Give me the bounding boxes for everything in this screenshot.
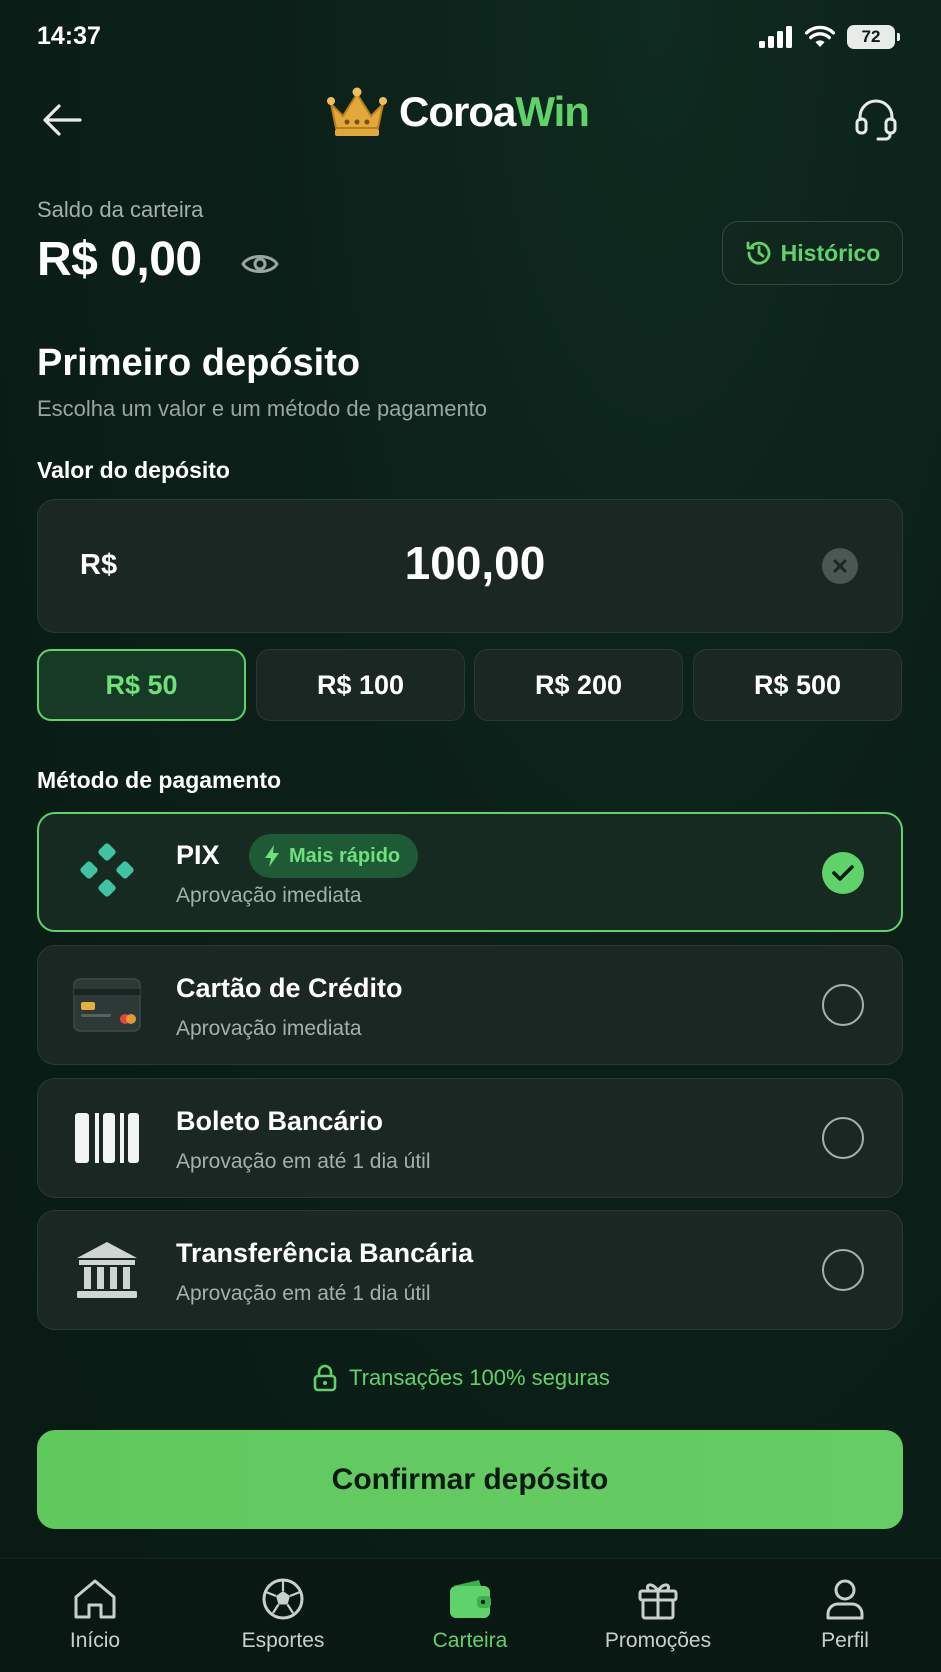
payment-method-boleto[interactable] — [37, 1078, 903, 1198]
payment-method-bank-transfer[interactable] — [37, 1210, 903, 1330]
user-icon — [821, 1575, 869, 1623]
method-radio-bank-transfer[interactable] — [822, 1249, 864, 1291]
crown-icon — [327, 87, 387, 136]
method-radio-credit-card[interactable] — [822, 984, 864, 1026]
amount-value[interactable]: 100,00 — [260, 536, 690, 590]
back-button[interactable] — [38, 96, 86, 144]
method-radio-pix[interactable] — [822, 852, 864, 894]
fastest-badge: Mais rápido — [249, 834, 419, 878]
method-name-credit-card: Cartão de Crédito — [176, 973, 403, 1003]
toggle-balance-visibility-button[interactable] — [240, 248, 280, 280]
status-time: 14:37 — [37, 22, 101, 50]
nav-label-perfil: Perfil — [821, 1629, 869, 1652]
fastest-badge-label: Mais rápido — [289, 844, 401, 867]
credit-card-icon — [72, 970, 142, 1040]
payment-method-heading: Método de pagamento — [37, 767, 282, 793]
history-icon — [746, 241, 771, 265]
headset-icon — [855, 99, 897, 141]
quick-amount-100[interactable]: R$ 100 — [256, 649, 465, 721]
amount-label: Valor do depósito — [37, 457, 230, 483]
history-button[interactable]: Histórico — [722, 221, 903, 285]
brand-name-part2: Win — [515, 88, 590, 135]
nav-item-esportes[interactable]: Esportes — [203, 1575, 363, 1653]
nav-label-inicio: Início — [69, 1629, 121, 1652]
status-icons: 72 — [759, 22, 900, 52]
confirm-deposit-button[interactable]: Confirmar depósito — [37, 1430, 903, 1529]
bank-icon — [72, 1235, 142, 1305]
quick-amount-200[interactable]: R$ 200 — [474, 649, 683, 721]
lightning-icon — [265, 845, 279, 867]
payment-method-credit-card[interactable] — [37, 945, 903, 1065]
method-name-bank-transfer: Transferência Bancária — [176, 1238, 474, 1268]
pix-icon — [72, 837, 142, 907]
method-desc-bank-transfer: Aprovação em até 1 dia útil — [176, 1282, 431, 1305]
quick-amount-50[interactable]: R$ 50 — [37, 649, 246, 721]
barcode-icon — [72, 1103, 142, 1173]
check-icon — [832, 865, 854, 881]
nav-item-carteira[interactable]: Carteira — [390, 1575, 550, 1653]
brand-name-part1: Coroa — [399, 88, 516, 135]
brand-name: CoroaWin — [399, 88, 590, 136]
home-icon — [71, 1575, 119, 1623]
quick-amount-500[interactable]: R$ 500 — [693, 649, 902, 721]
battery-indicator: 72 — [847, 25, 900, 49]
payment-method-pix[interactable] — [37, 812, 903, 932]
nav-item-perfil[interactable]: Perfil — [765, 1575, 925, 1653]
secure-note-text: Transações 100% seguras — [349, 1365, 610, 1390]
page-title: Primeiro depósito — [37, 342, 361, 384]
signal-icon — [759, 26, 792, 48]
method-desc-pix: Aprovação imediata — [176, 884, 362, 907]
arrow-left-icon — [43, 104, 82, 136]
nav-label-carteira: Carteira — [432, 1629, 508, 1652]
amount-currency: R$ — [80, 549, 118, 581]
support-button[interactable] — [849, 92, 903, 146]
method-name-pix: PIX — [176, 840, 220, 870]
gift-icon — [634, 1575, 682, 1623]
lock-icon — [313, 1364, 337, 1392]
method-name-boleto: Boleto Bancário — [176, 1106, 384, 1136]
balance-label: Saldo da carteira — [37, 197, 204, 222]
method-desc-boleto: Aprovação em até 1 dia útil — [176, 1150, 431, 1173]
page-subtitle: Escolha um valor e um método de pagament… — [37, 396, 488, 421]
balance-value: R$ 0,00 — [37, 233, 202, 286]
wifi-icon — [805, 25, 835, 47]
eye-icon — [241, 255, 279, 273]
history-label: Histórico — [780, 239, 881, 266]
brand-logo: CoroaWin — [325, 86, 590, 138]
soccer-ball-icon — [259, 1575, 307, 1623]
nav-item-inicio[interactable]: Início — [15, 1575, 175, 1653]
secure-note: Transações 100% seguras — [313, 1364, 610, 1392]
method-desc-credit-card: Aprovação imediata — [176, 1017, 362, 1040]
nav-label-promocoes: Promoções — [604, 1629, 712, 1652]
wallet-icon — [446, 1575, 494, 1623]
nav-label-esportes: Esportes — [241, 1629, 325, 1652]
method-radio-boleto[interactable] — [822, 1117, 864, 1159]
close-icon — [833, 559, 847, 573]
clear-amount-button[interactable] — [822, 548, 858, 584]
nav-item-promocoes[interactable]: Promoções — [578, 1575, 738, 1653]
